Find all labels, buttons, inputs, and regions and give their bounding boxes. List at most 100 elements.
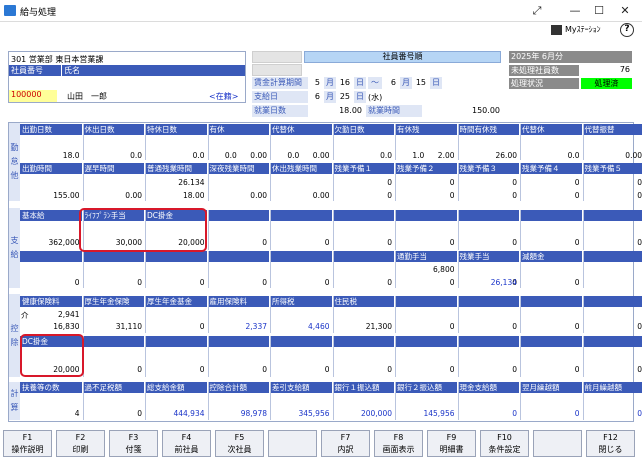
function-key-3[interactable]: F3 付箋 xyxy=(109,430,158,457)
kintai-row1-header: 代替振替 xyxy=(582,124,642,135)
close-button[interactable]: ✕ xyxy=(614,3,636,19)
day-unit: 日 xyxy=(354,77,366,89)
keisan-header: 銀行１振込額 xyxy=(332,382,395,393)
work-days-label: 就業日数 xyxy=(252,105,308,117)
work-days-value: 18.00 xyxy=(339,106,362,115)
pay-month: 6 xyxy=(314,92,320,101)
employee-no-label: 社員番号 xyxy=(9,65,61,76)
fkey-label: 前社員 xyxy=(174,445,199,454)
kintai-row2-value: 0.00 xyxy=(250,191,267,200)
sort-order-button[interactable]: 社員番号順 xyxy=(304,51,501,63)
minimize-button[interactable]: — xyxy=(564,3,586,19)
function-key-5[interactable]: F5 次社員 xyxy=(215,430,264,457)
kojo-row2-value: 0 xyxy=(324,365,330,374)
toolbar xyxy=(0,22,642,42)
day-unit: 日 xyxy=(430,77,442,89)
kojo-row1-header xyxy=(457,296,520,307)
kojo-row2-value: 0 xyxy=(387,365,392,374)
function-key-8[interactable]: F8 画面表示 xyxy=(374,430,423,457)
keisan-value: 0 xyxy=(574,409,580,418)
kojo-row2-header xyxy=(82,336,145,347)
shikyu-row2-value: 0 xyxy=(199,278,205,287)
employee-no-input[interactable]: 100000 xyxy=(9,90,57,102)
keisan-value: 0 xyxy=(137,409,142,418)
shikyu-row2-header: 減額金 xyxy=(520,251,583,262)
function-key-7[interactable]: F7 内訳 xyxy=(321,430,370,457)
kintai-row1-value: 18.0 xyxy=(62,151,80,160)
kintai-row2-value: 0 xyxy=(512,191,517,200)
kintai-row1-value: 0.0 xyxy=(224,151,237,160)
expand-icon[interactable]: ⤢ xyxy=(526,3,548,19)
kojo-row2-header xyxy=(332,336,395,347)
kojo-row1-header xyxy=(520,296,583,307)
kintai-row2-header: 残業予備３ xyxy=(457,163,520,174)
shikyu-row1-header xyxy=(332,210,395,221)
keisan-header: 総支給金額 xyxy=(145,382,208,393)
fkey-code: F8 xyxy=(393,433,404,442)
keisan-value: 345,956 xyxy=(298,409,330,418)
month-unit: 月 xyxy=(324,77,336,89)
section-label-kintai: 勤怠他 xyxy=(10,143,19,180)
pay-day: 25 xyxy=(339,92,350,101)
function-key-12[interactable]: F12 閉じる xyxy=(586,430,635,457)
kintai-row1-header: 代替休 xyxy=(270,124,333,135)
target-month: 2025年 6月分 xyxy=(509,51,632,63)
order-spacer-2 xyxy=(252,64,302,76)
employee-panel: 301 営業部 東日本営業課 社員番号 氏名 100000 山田 一郎 <在籍> xyxy=(8,51,246,103)
shikyu-row1-header xyxy=(582,210,642,221)
function-key-10[interactable]: F10 条件設定 xyxy=(480,430,529,457)
kojo-row1-value: 0 xyxy=(574,322,580,331)
kintai-row2-value: 0 xyxy=(449,178,455,187)
mystation-button[interactable]: Myｽﾃｰｼｮﾝ xyxy=(565,24,601,35)
status-badge: 処理済 xyxy=(581,78,632,89)
keisan-value: 0 xyxy=(637,409,642,418)
kojo-row2-header xyxy=(520,336,583,347)
shikyu-row2-header xyxy=(270,251,333,262)
maximize-button[interactable]: ☐ xyxy=(588,3,610,19)
kintai-row1-header: 休出日数 xyxy=(82,124,145,135)
help-icon[interactable]: ? xyxy=(620,23,634,37)
function-key-11 xyxy=(533,430,582,457)
function-key-2[interactable]: F2 印刷 xyxy=(56,430,105,457)
department-label: 301 営業部 東日本営業課 xyxy=(11,55,104,64)
function-key-1[interactable]: F1 操作説明 xyxy=(3,430,52,457)
shikyu-row2-extra: 26,134 xyxy=(490,278,517,287)
unprocessed-count: 76 xyxy=(619,65,630,74)
fkey-code: F7 xyxy=(340,433,351,442)
kintai-row1-header: 特休日数 xyxy=(145,124,208,135)
keisan-value: 200,000 xyxy=(360,409,392,418)
kintai-row2-value: 26.134 xyxy=(178,178,205,187)
shikyu-row2-value: 0 xyxy=(324,278,330,287)
fkey-label: 次社員 xyxy=(227,445,252,454)
fkey-code: F1 xyxy=(22,433,33,442)
kojo-row1-value: 0 xyxy=(199,322,205,331)
kojo-row2-header xyxy=(207,336,270,347)
day-unit: 日 xyxy=(354,91,366,103)
section-label-keisan: 計算 xyxy=(10,389,19,412)
keisan-value: 145,956 xyxy=(423,409,455,418)
kintai-row1-value: 0.0 xyxy=(287,151,300,160)
keisan-value: 444,934 xyxy=(173,409,205,418)
windows-icon xyxy=(551,25,562,35)
kintai-row1-value: 0.0 xyxy=(130,151,142,160)
fkey-label: 画面表示 xyxy=(382,445,415,454)
kintai-row1-value: 0.00 xyxy=(312,151,330,160)
function-key-9[interactable]: F9 明細書 xyxy=(427,430,476,457)
function-key-4[interactable]: F4 前社員 xyxy=(162,430,211,457)
kojo-row1-value: 0 xyxy=(637,322,642,331)
window-title: 給与処理 xyxy=(20,8,57,18)
kojo-row2-value: 0 xyxy=(512,365,517,374)
shikyu-row2-value: 0 xyxy=(387,278,392,287)
kojo-row1-header: 雇用保険料 xyxy=(207,296,270,307)
kintai-row1-header: 有休 xyxy=(207,124,270,135)
fkey-label: 付箋 xyxy=(125,445,142,454)
keisan-header: 現金支給額 xyxy=(457,382,520,393)
month-unit: 月 xyxy=(400,77,412,89)
kintai-row1-value: 26.00 xyxy=(495,151,517,160)
shikyu-row1-value: 0 xyxy=(449,238,455,247)
kintai-row2-value: 0 xyxy=(387,178,392,187)
function-key-6 xyxy=(268,430,317,457)
shikyu-row1-value: 0 xyxy=(324,238,330,247)
fkey-code: F2 xyxy=(75,433,86,442)
highlight-dc-deduction xyxy=(20,334,84,377)
